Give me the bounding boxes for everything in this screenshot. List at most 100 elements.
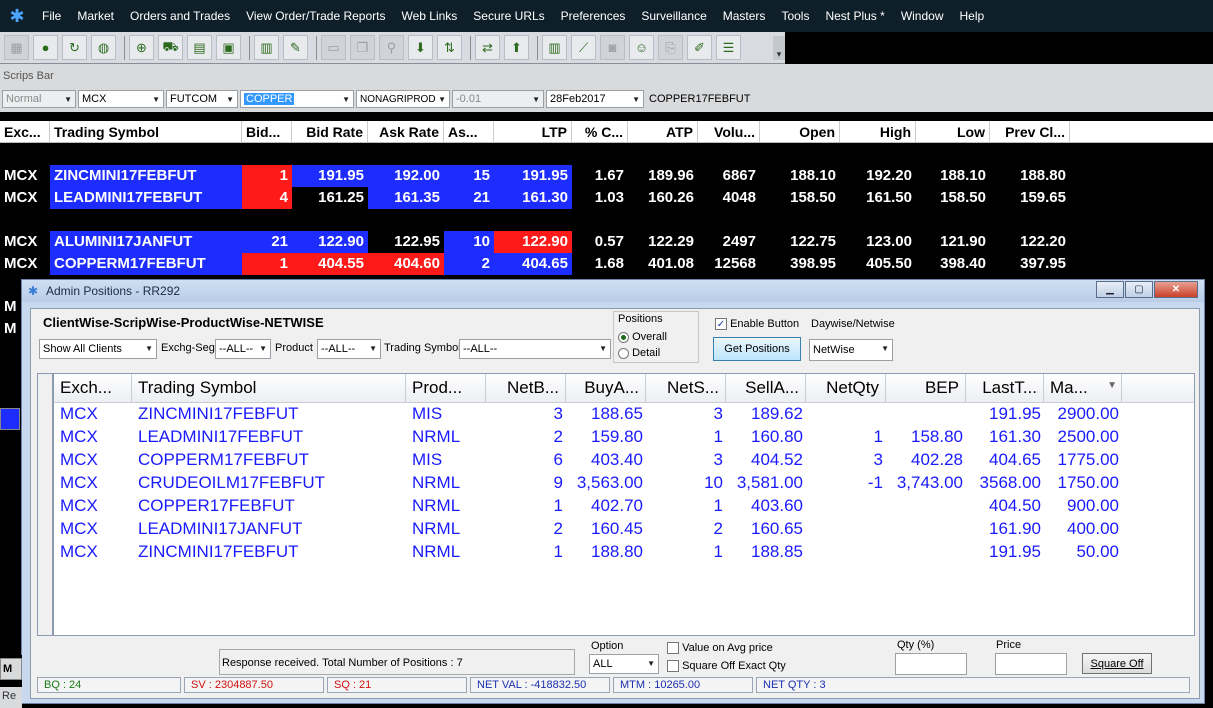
notes-icon[interactable]: ✐ xyxy=(687,35,712,60)
market-watch-row[interactable]: MCX ZINCMINI17FEBFUT 1 191.95 192.00 15 … xyxy=(0,165,1070,187)
window-icon[interactable]: ▭ xyxy=(321,35,346,60)
menu-market[interactable]: Market xyxy=(69,9,122,23)
camera-icon[interactable]: ◙ xyxy=(600,35,625,60)
minimize-icon[interactable]: ▁ xyxy=(1096,281,1124,298)
clients-filter-select[interactable]: Show All Clients ▼ xyxy=(39,339,157,359)
col-bid-qty[interactable]: Bid... xyxy=(242,121,292,142)
col-low[interactable]: Low xyxy=(916,121,990,142)
menu-window[interactable]: Window xyxy=(893,9,952,23)
cart-down-icon[interactable]: ⬇ xyxy=(408,35,433,60)
square-off-exact-checkbox[interactable]: Square Off Exact Qty xyxy=(667,660,786,673)
menu-help[interactable]: Help xyxy=(952,9,993,23)
col-trading-symbol[interactable]: Trading Symbol xyxy=(132,374,406,402)
refresh-icon[interactable]: ↻ xyxy=(62,35,87,60)
close-icon[interactable]: ✕ xyxy=(1154,281,1198,298)
menu-view-order-trade-reports[interactable]: View Order/Trade Reports xyxy=(238,9,393,23)
menu-file[interactable]: File xyxy=(34,9,69,23)
table-row[interactable]: MCX COPPERM17FEBFUT MIS 6 403.40 3 404.5… xyxy=(54,449,1194,472)
col-net-buy[interactable]: NetB... xyxy=(486,374,566,402)
menu-secure-urls[interactable]: Secure URLs xyxy=(465,9,552,23)
table-row[interactable]: MCX ZINCMINI17FEBFUT NRML 1 188.80 1 188… xyxy=(54,541,1194,564)
bottom-tab[interactable]: M xyxy=(0,658,22,680)
col-last-traded[interactable]: LastT... xyxy=(966,374,1044,402)
toolbar-overflow-icon[interactable]: ▾ xyxy=(773,35,785,60)
expiry-select[interactable]: 28Feb2017 ▼ xyxy=(546,90,644,108)
column-chart-icon[interactable]: ▥ xyxy=(542,35,567,60)
symbol-select[interactable]: COPPER ▼ xyxy=(240,90,354,108)
market-watch-row[interactable]: MCX ALUMINI17JANFUT 21 122.90 122.95 10 … xyxy=(0,231,1070,253)
series-select[interactable]: NONAGRIPROD ▼ xyxy=(356,90,450,108)
col-high[interactable]: High xyxy=(840,121,916,142)
copy-icon[interactable]: ❐ xyxy=(350,35,375,60)
product-select[interactable]: --ALL-- ▼ xyxy=(317,339,381,359)
order-type-select[interactable]: Normal ▼ xyxy=(2,90,76,108)
col-sell-avg[interactable]: SellA... xyxy=(726,374,806,402)
stamp-icon[interactable]: ⎘ xyxy=(658,35,683,60)
col-margin[interactable]: Ma... ▼ xyxy=(1044,374,1122,402)
col-product[interactable]: Prod... xyxy=(406,374,486,402)
filter-icon[interactable]: ⚲ xyxy=(379,35,404,60)
daywise-select[interactable]: NetWise ▼ xyxy=(809,339,893,361)
order-book-icon[interactable]: ▤ xyxy=(187,35,212,60)
col-ask-rate[interactable]: Ask Rate xyxy=(368,121,444,142)
value-on-avg-checkbox[interactable]: Value on Avg price xyxy=(667,642,773,655)
cart-add-icon[interactable]: ⊕ xyxy=(129,35,154,60)
menu-surveillance[interactable]: Surveillance xyxy=(633,9,714,23)
col-bid-rate[interactable]: Bid Rate xyxy=(292,121,368,142)
table-row[interactable]: MCX CRUDEOILM17FEBFUT NRML 9 3,563.00 10… xyxy=(54,472,1194,495)
col-ask-qty[interactable]: As... xyxy=(444,121,494,142)
col-pct-change[interactable]: % C... xyxy=(572,121,628,142)
col-ltp[interactable]: LTP xyxy=(494,121,572,142)
edit-icon[interactable]: ✎ xyxy=(283,35,308,60)
menu-nest-plus[interactable]: Nest Plus * xyxy=(817,9,892,23)
get-positions-button[interactable]: Get Positions xyxy=(713,337,801,361)
line-chart-icon[interactable]: ⟋ xyxy=(571,35,596,60)
user-icon[interactable]: ☺ xyxy=(629,35,654,60)
enable-button-checkbox[interactable]: ✓ Enable Button xyxy=(715,318,799,331)
square-off-button[interactable]: Square Off xyxy=(1082,653,1152,674)
radio-overall[interactable]: Overall xyxy=(618,331,667,343)
col-trading-symbol[interactable]: Trading Symbol xyxy=(50,121,242,142)
col-exchange[interactable]: Exc... xyxy=(0,121,50,142)
exchange-select[interactable]: MCX ▼ xyxy=(78,90,164,108)
col-net-qty[interactable]: NetQty xyxy=(806,374,886,402)
exchseg-select[interactable]: --ALL-- ▼ xyxy=(215,339,271,359)
market-watch-row[interactable]: MCX LEADMINI17FEBFUT 4 161.25 161.35 21 … xyxy=(0,187,1070,209)
menu-preferences[interactable]: Preferences xyxy=(553,9,634,23)
col-volume[interactable]: Volu... xyxy=(698,121,760,142)
col-exch[interactable]: Exch... xyxy=(54,374,132,402)
table-row[interactable]: MCX COPPER17FEBFUT NRML 1 402.70 1 403.6… xyxy=(54,495,1194,518)
col-open[interactable]: Open xyxy=(760,121,840,142)
radio-detail[interactable]: Detail xyxy=(618,347,660,359)
col-net-sell[interactable]: NetS... xyxy=(646,374,726,402)
col-buy-avg[interactable]: BuyA... xyxy=(566,374,646,402)
menu-masters[interactable]: Masters xyxy=(715,9,774,23)
menu-orders-trades[interactable]: Orders and Trades xyxy=(122,9,238,23)
trading-symbol-select[interactable]: --ALL-- ▼ xyxy=(459,339,611,359)
exchange-icon[interactable]: ⇄ xyxy=(475,35,500,60)
bar-chart-icon[interactable]: ▥ xyxy=(254,35,279,60)
col-bep[interactable]: BEP xyxy=(886,374,966,402)
cart-icon[interactable]: ⛟ xyxy=(158,35,183,60)
table-row[interactable]: MCX LEADMINI17FEBFUT NRML 2 159.80 1 160… xyxy=(54,426,1194,449)
table-row[interactable]: MCX LEADMINI17JANFUT NRML 2 160.45 2 160… xyxy=(54,518,1194,541)
qty-pct-input[interactable] xyxy=(895,653,967,675)
trade-book-icon[interactable]: ▣ xyxy=(216,35,241,60)
col-prev-close[interactable]: Prev Cl... xyxy=(990,121,1070,142)
trading-symbol-field[interactable]: COPPER17FEBFUT xyxy=(646,90,1206,108)
upload-icon[interactable]: ⬆ xyxy=(504,35,529,60)
table-row[interactable]: MCX ZINCMINI17FEBFUT MIS 3 188.65 3 189.… xyxy=(54,403,1194,426)
col-atp[interactable]: ATP xyxy=(628,121,698,142)
globe-icon[interactable]: ◍ xyxy=(91,35,116,60)
menu-web-links[interactable]: Web Links xyxy=(393,9,465,23)
transfer-icon[interactable]: ⇅ xyxy=(437,35,462,60)
maximize-icon[interactable]: ▢ xyxy=(1125,281,1153,298)
buy-order-icon[interactable]: ● xyxy=(33,35,58,60)
price-input[interactable] xyxy=(995,653,1067,675)
list-icon[interactable]: ☰ xyxy=(716,35,741,60)
option-select[interactable]: ALL ▼ xyxy=(589,654,659,674)
disk-icon[interactable]: ▦ xyxy=(4,35,29,60)
menu-tools[interactable]: Tools xyxy=(773,9,817,23)
strike-select[interactable]: -0.01 ▼ xyxy=(452,90,544,108)
window-titlebar[interactable]: ✱ Admin Positions - RR292 ▁ ▢ ✕ xyxy=(22,280,1204,302)
